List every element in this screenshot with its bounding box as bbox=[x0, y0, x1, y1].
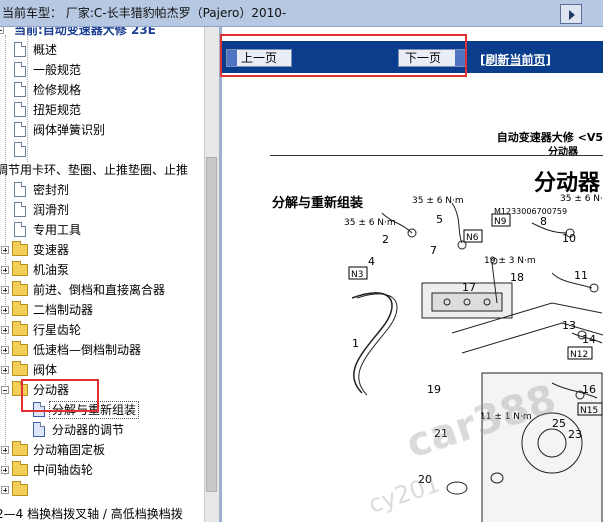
callout-7: 7 bbox=[430, 244, 437, 257]
callout-1: 1 bbox=[352, 337, 359, 350]
highlight-box-transfer bbox=[21, 379, 99, 412]
window-title-bar: 当前车型： 厂家:C-长丰猎豹帕杰罗（Pajero）2010- bbox=[0, 0, 603, 27]
n-mark: N9 bbox=[494, 217, 507, 227]
folder-icon bbox=[12, 321, 28, 336]
window-title: 当前车型： 厂家:C-长丰猎豹帕杰罗（Pajero）2010- bbox=[2, 6, 287, 20]
callout-18: 18 bbox=[510, 271, 524, 284]
n-mark: N15 bbox=[580, 406, 598, 416]
folder-icon bbox=[12, 361, 28, 376]
n-mark: N6 bbox=[466, 233, 479, 243]
expand-icon[interactable] bbox=[1, 446, 9, 454]
n-mark: N12 bbox=[570, 350, 588, 360]
callout-16: 16 bbox=[582, 383, 596, 396]
collapse-icon[interactable] bbox=[1, 386, 9, 394]
folder-icon bbox=[12, 461, 28, 476]
folder-icon bbox=[12, 441, 28, 456]
torque-label: 35 ± 6 N·m bbox=[412, 196, 464, 206]
exploded-view-diagram: 35 ± 6 N·m 35 ± 6 N·m 35 ± 6 N·m 19 ± 3 … bbox=[344, 194, 603, 522]
folder-icon bbox=[12, 481, 28, 496]
folder-icon bbox=[12, 301, 28, 316]
document-icon bbox=[14, 182, 26, 197]
content-pane: 上一页 下一页 [刷新当前页] 自动变速器大修 <V5 分动器 分动器 分解与重… bbox=[222, 27, 603, 522]
component-drawing bbox=[351, 202, 603, 522]
folder-icon bbox=[12, 261, 28, 276]
document-icon bbox=[14, 122, 26, 137]
callout-8: 8 bbox=[540, 215, 547, 228]
document-view: 自动变速器大修 <V5 分动器 分动器 分解与重新组装 M12330067007… bbox=[222, 73, 603, 522]
expand-icon[interactable] bbox=[1, 306, 9, 314]
refresh-page-link[interactable]: [刷新当前页] bbox=[480, 51, 551, 68]
tree-guide-line bbox=[5, 35, 6, 475]
callout-2: 2 bbox=[382, 233, 389, 246]
callout-5: 5 bbox=[436, 213, 443, 226]
expand-icon[interactable] bbox=[1, 466, 9, 474]
document-icon bbox=[14, 62, 26, 77]
callout-4: 4 bbox=[368, 255, 375, 268]
document-icon bbox=[14, 202, 26, 217]
callout-10: 10 bbox=[562, 232, 576, 245]
document-icon bbox=[14, 102, 26, 117]
document-icon bbox=[14, 142, 26, 157]
toggle-panel-button[interactable] bbox=[560, 4, 582, 24]
torque-label: 35 ± 6 N·m bbox=[560, 194, 603, 204]
torque-label: 35 ± 6 N·m bbox=[344, 218, 396, 228]
document-icon bbox=[14, 42, 26, 57]
folder-icon bbox=[12, 241, 28, 256]
highlight-box-nav bbox=[220, 34, 467, 77]
expand-icon[interactable] bbox=[1, 286, 9, 294]
expand-icon[interactable] bbox=[1, 366, 9, 374]
callout-23: 23 bbox=[568, 428, 582, 441]
callout-13: 13 bbox=[562, 319, 576, 332]
expand-icon[interactable] bbox=[1, 346, 9, 354]
folder-icon bbox=[12, 281, 28, 296]
collapse-icon[interactable] bbox=[0, 27, 4, 34]
document-icon bbox=[33, 422, 45, 437]
callout-17: 17 bbox=[462, 281, 476, 294]
folder-icon bbox=[12, 341, 28, 356]
torque-label: 19 ± 3 N·m bbox=[484, 256, 536, 266]
tree-guide-line bbox=[27, 37, 28, 162]
scrollbar-thumb[interactable] bbox=[206, 157, 217, 492]
expand-icon[interactable] bbox=[1, 246, 9, 254]
document-icon bbox=[14, 82, 26, 97]
tree-scrollbar[interactable] bbox=[204, 27, 219, 522]
callout-19: 19 bbox=[427, 383, 441, 396]
callout-14: 14 bbox=[582, 333, 596, 346]
navigation-tree: 当前:自动变速器大修 23E 概述 一般规范 检修规格 扭矩规范 阀体弹簧识别 … bbox=[0, 27, 204, 522]
expand-icon[interactable] bbox=[1, 486, 9, 494]
svg-text:cy201: cy201 bbox=[365, 469, 443, 518]
expand-icon[interactable] bbox=[1, 326, 9, 334]
expand-icon[interactable] bbox=[1, 266, 9, 274]
document-icon bbox=[14, 222, 26, 237]
n-mark: N3 bbox=[351, 270, 363, 280]
callout-11: 11 bbox=[574, 269, 588, 282]
